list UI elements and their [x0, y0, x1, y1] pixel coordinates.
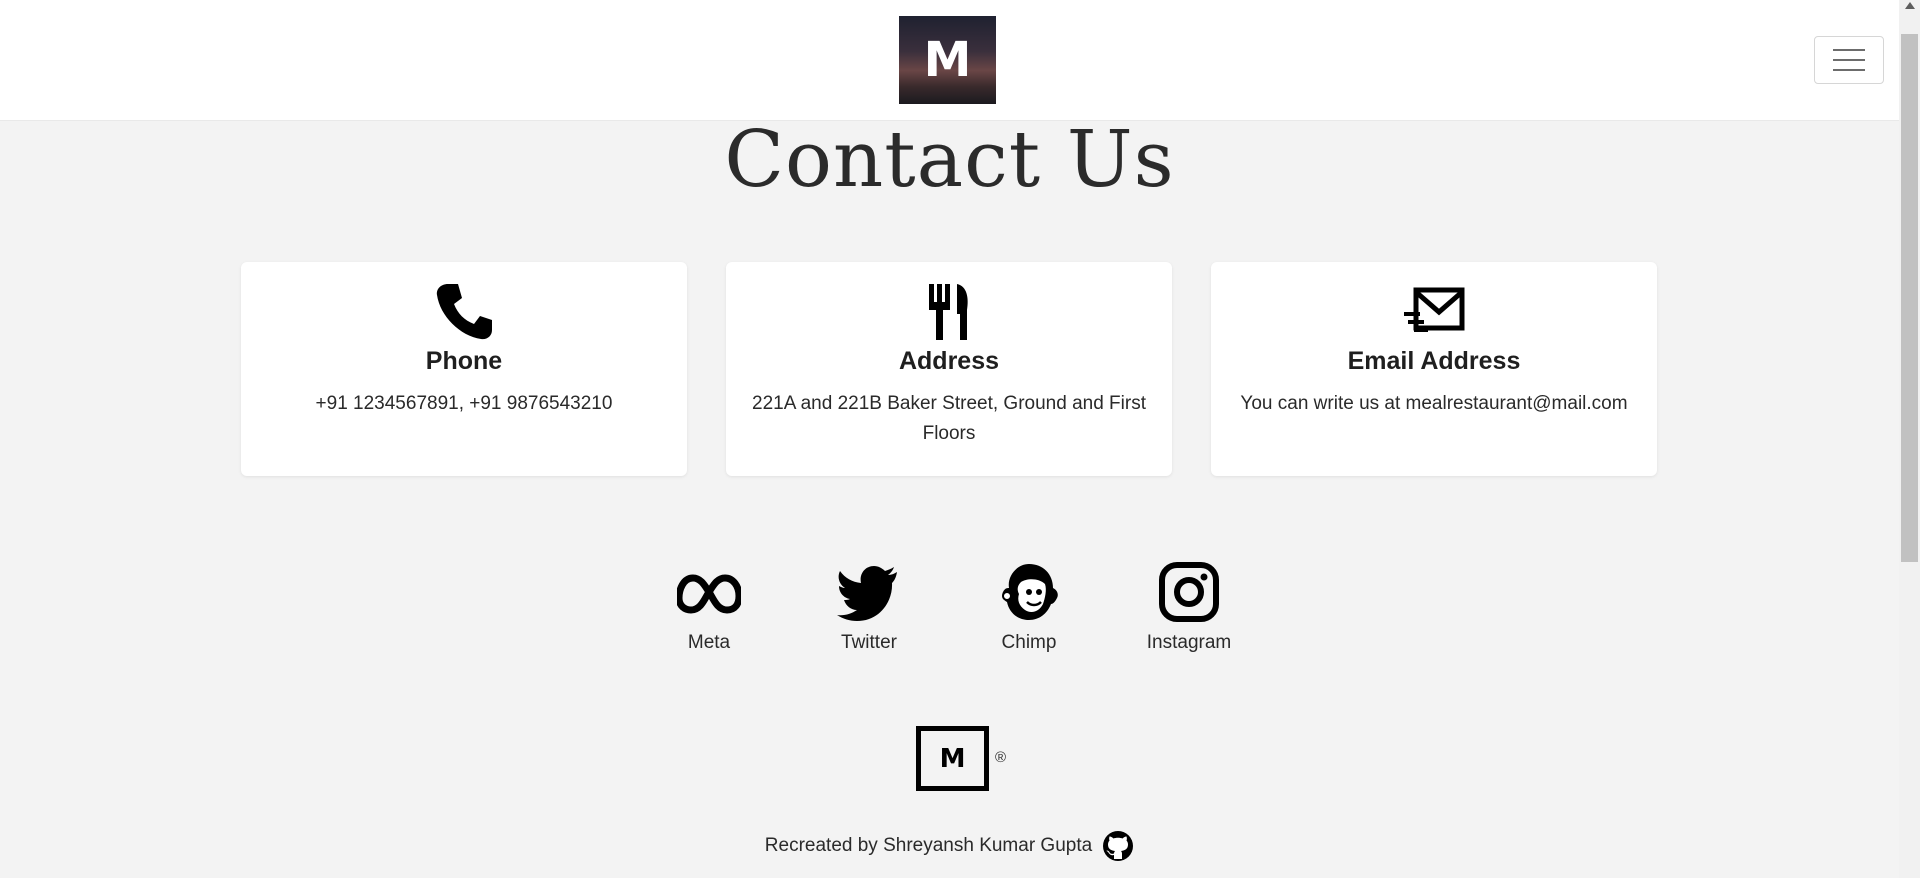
contact-card-address: Address 221A and 221B Baker Street, Grou…: [726, 262, 1172, 476]
hamburger-icon-bar: [1833, 49, 1865, 51]
social-label: Meta: [687, 632, 731, 653]
card-title: Email Address: [1347, 347, 1521, 375]
brand-logo[interactable]: M: [899, 16, 996, 104]
footer-credit: Recreated by Shreyansh Kumar Gupta: [0, 830, 1899, 862]
meta-icon: [677, 574, 741, 614]
card-title: Address: [898, 347, 1000, 375]
mail-fast-icon: [1404, 287, 1465, 332]
social-label: Twitter: [841, 632, 897, 653]
card-text: You can write us at mealrestaurant@mail.…: [1240, 393, 1628, 414]
social-link-meta[interactable]: Meta: [649, 560, 769, 654]
footer-logo-letter: M: [939, 743, 966, 774]
registered-mark: ®: [995, 749, 1007, 766]
social-link-twitter[interactable]: Twitter: [809, 560, 929, 654]
page-title: Contact Us: [724, 115, 1175, 205]
footer-logo[interactable]: M: [916, 726, 989, 791]
scroll-up-arrow-icon[interactable]: [1905, 2, 1915, 9]
hamburger-icon-bar: [1833, 59, 1865, 61]
menu-toggle-button[interactable]: [1814, 36, 1884, 84]
twitter-icon: [837, 566, 897, 621]
github-icon[interactable]: [1102, 830, 1134, 862]
navbar: M: [0, 0, 1899, 121]
brand-logo-letter: M: [923, 32, 972, 88]
social-link-instagram[interactable]: Instagram: [1129, 560, 1249, 654]
card-title: Phone: [425, 347, 503, 375]
hamburger-icon-bar: [1833, 69, 1865, 71]
social-label: Instagram: [1146, 632, 1232, 653]
vertical-scrollbar[interactable]: [1899, 0, 1920, 878]
card-text: 221A and 221B Baker Street, Ground and F…: [752, 393, 1146, 444]
social-label: Chimp: [1001, 632, 1057, 653]
card-text: +91 1234567891, +91 9876543210: [315, 393, 613, 414]
credit-text: Recreated by Shreyansh Kumar Gupta: [764, 835, 1093, 856]
scrollbar-thumb[interactable]: [1901, 34, 1918, 562]
phone-icon: [436, 284, 492, 340]
contact-card-phone: Phone +91 1234567891, +91 9876543210: [241, 262, 687, 476]
contact-card-email: Email Address You can write us at mealre…: [1211, 262, 1657, 476]
mailchimp-icon: [1002, 564, 1058, 620]
instagram-icon: [1159, 562, 1219, 622]
social-link-chimp[interactable]: Chimp: [969, 560, 1089, 654]
fork-knife-icon: [929, 284, 968, 340]
